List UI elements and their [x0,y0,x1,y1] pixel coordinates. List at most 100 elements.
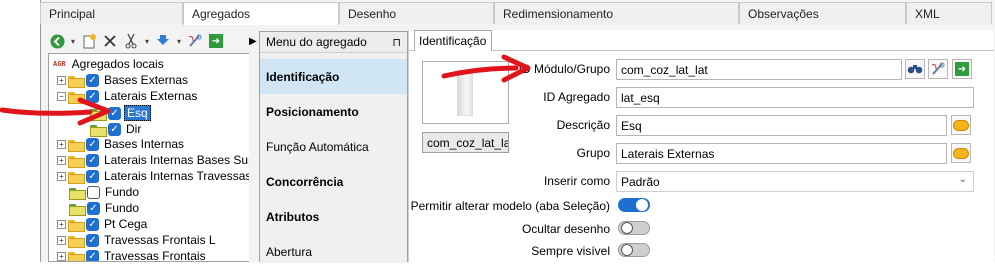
pin-icon[interactable]: ⊓ [392,36,401,49]
comment-icon[interactable] [951,143,971,163]
folder-icon [68,171,85,184]
expand-icon[interactable]: + [57,139,66,149]
tab-principal[interactable]: Principal [40,2,183,24]
tree-node[interactable]: + ✓ Travessas Frontais L [57,232,218,248]
menu-item-atributos[interactable]: Atributos [260,199,407,234]
id-agregado-field[interactable]: lat_esq [616,87,974,108]
tree-node-label: Travessas Frontais [104,249,206,262]
expand-icon[interactable]: + [57,75,66,85]
grupo-label: Grupo [576,146,610,160]
menu-item-identificacao[interactable]: Identificação [260,59,407,94]
menu-item-abertura[interactable]: Abertura [260,234,407,269]
tree-node[interactable]: + ✓ Pt Cega [57,216,149,232]
export-icon[interactable]: ➜ [207,32,225,50]
checkbox[interactable] [87,185,100,199]
expand-icon[interactable]: + [57,219,66,229]
checkbox[interactable]: ✓ [86,137,99,151]
menu-header: Menu do agregado ⊓ [260,32,407,53]
folder-icon [68,139,85,152]
menu-item-posicionamento[interactable]: Posicionamento [260,94,407,129]
id-modulo-label: ID Módulo/Grupo [518,62,610,76]
tree-node[interactable]: Fundo [69,184,141,200]
panel-splitter[interactable]: ▶ [249,30,259,262]
id-agregado-label: ID Agregado [543,90,610,104]
tools-icon[interactable] [928,59,948,79]
checkbox[interactable]: ✓ [87,201,100,215]
tab-desenho[interactable]: Desenho [339,2,494,24]
expand-icon[interactable]: + [57,171,66,181]
tree-node[interactable]: + ✓ Bases Externas [57,72,190,88]
tab-observacoes[interactable]: Observações [739,2,906,24]
cut-icon[interactable] [122,32,140,50]
agregado-menu: Menu do agregado ⊓ Identificação Posicio… [259,31,408,263]
agr-badge-icon: AGR [53,60,66,68]
back-arrow-icon[interactable] [48,32,66,50]
id-modulo-field[interactable]: com_coz_lat_lat [616,59,902,80]
expand-icon[interactable]: + [57,155,66,165]
tree-root-label: Agregados locais [71,57,164,71]
tree-node-label: Bases Externas [104,73,189,87]
menu-items: Identificação Posicionamento Função Auto… [260,53,407,263]
tree-node-label: Laterais Externas [104,89,198,103]
tab-identificacao[interactable]: Identificação [414,30,493,51]
tree-node[interactable]: + ✓ Laterais Internas Bases Sup [57,152,249,168]
descricao-field[interactable]: Esq [616,115,947,136]
chevron-down-icon[interactable]: ▾ [143,32,151,50]
tab-divider [408,50,994,51]
tree-node-label: Esq [124,105,151,121]
binoculars-icon[interactable] [905,59,925,79]
tree-node[interactable]: ✓ Fundo [69,200,141,216]
collapse-triangle-icon[interactable]: ▶ [249,36,257,47]
sempre-visivel-toggle[interactable] [618,243,650,257]
grupo-field[interactable]: Laterais Externas [616,143,947,164]
folder-icon [68,75,85,88]
checkbox[interactable]: ✓ [86,73,99,87]
go-icon[interactable]: ➜ [952,59,972,79]
menu-item-funcao-automatica[interactable]: Função Automática [260,129,407,164]
tree-toolbar: ▾ ▾ ▾ ➜ [48,30,225,52]
checkbox[interactable]: ✓ [86,169,99,183]
new-item-icon[interactable] [80,32,98,50]
tab-redimensionamento[interactable]: Redimensionamento [494,2,739,24]
tools-icon[interactable] [186,32,204,50]
menu-item-concorrencia[interactable]: Concorrência [260,164,407,199]
folder-icon [68,235,85,248]
folder-icon [68,251,85,261]
comment-icon[interactable] [951,115,971,135]
tree-root[interactable]: AGR Agregados locais [53,56,166,72]
ocultar-desenho-toggle[interactable] [618,221,650,235]
part-icon [69,203,86,216]
inserir-como-value: Padrão [621,175,660,189]
inserir-como-label: Inserir como [543,174,610,188]
agregados-tree: AGR Agregados locais + ✓ Bases Externas −… [48,53,249,262]
thumbnail-name-button[interactable]: com_coz_lat_lat [422,132,509,153]
tree-node-label: Fundo [105,185,140,199]
toggle-label-alterar-modelo: Permitir alterar modelo (aba Seleção) [410,199,610,213]
descricao-label: Descrição [556,118,610,132]
tree-node[interactable]: + ✓ Travessas Frontais [57,248,208,262]
menu-title: Menu do agregado [266,35,367,49]
inserir-como-select[interactable]: Padrão ⌄ [616,171,974,192]
checkbox[interactable]: ✓ [86,217,99,231]
toggle-label-ocultar-desenho: Ocultar desenho [521,222,610,236]
folder-icon [68,155,85,168]
tree-node-label: Bases Internas [104,137,185,151]
move-down-icon[interactable] [154,32,172,50]
checkbox[interactable]: ✓ [86,153,99,167]
annotation-arrow-icon [0,97,111,126]
chevron-down-icon[interactable]: ▾ [175,32,183,50]
main-tab-bar: Principal Agregados Desenho Redimensiona… [40,2,992,25]
tree-node[interactable]: + ✓ Laterais Internas Travessas [57,168,249,184]
tree-node[interactable]: + ✓ Bases Internas [57,136,186,152]
folder-icon [68,219,85,232]
expand-icon[interactable]: + [57,235,66,245]
tab-xml[interactable]: XML [906,2,992,24]
expand-icon[interactable]: + [57,251,66,261]
alterar-modelo-toggle[interactable] [618,198,650,212]
delete-icon[interactable] [101,32,119,50]
annotation-arrow-icon [441,54,531,83]
checkbox[interactable]: ✓ [86,249,99,261]
chevron-down-icon[interactable]: ▾ [69,32,77,50]
checkbox[interactable]: ✓ [86,233,99,247]
tab-agregados[interactable]: Agregados [183,2,339,25]
